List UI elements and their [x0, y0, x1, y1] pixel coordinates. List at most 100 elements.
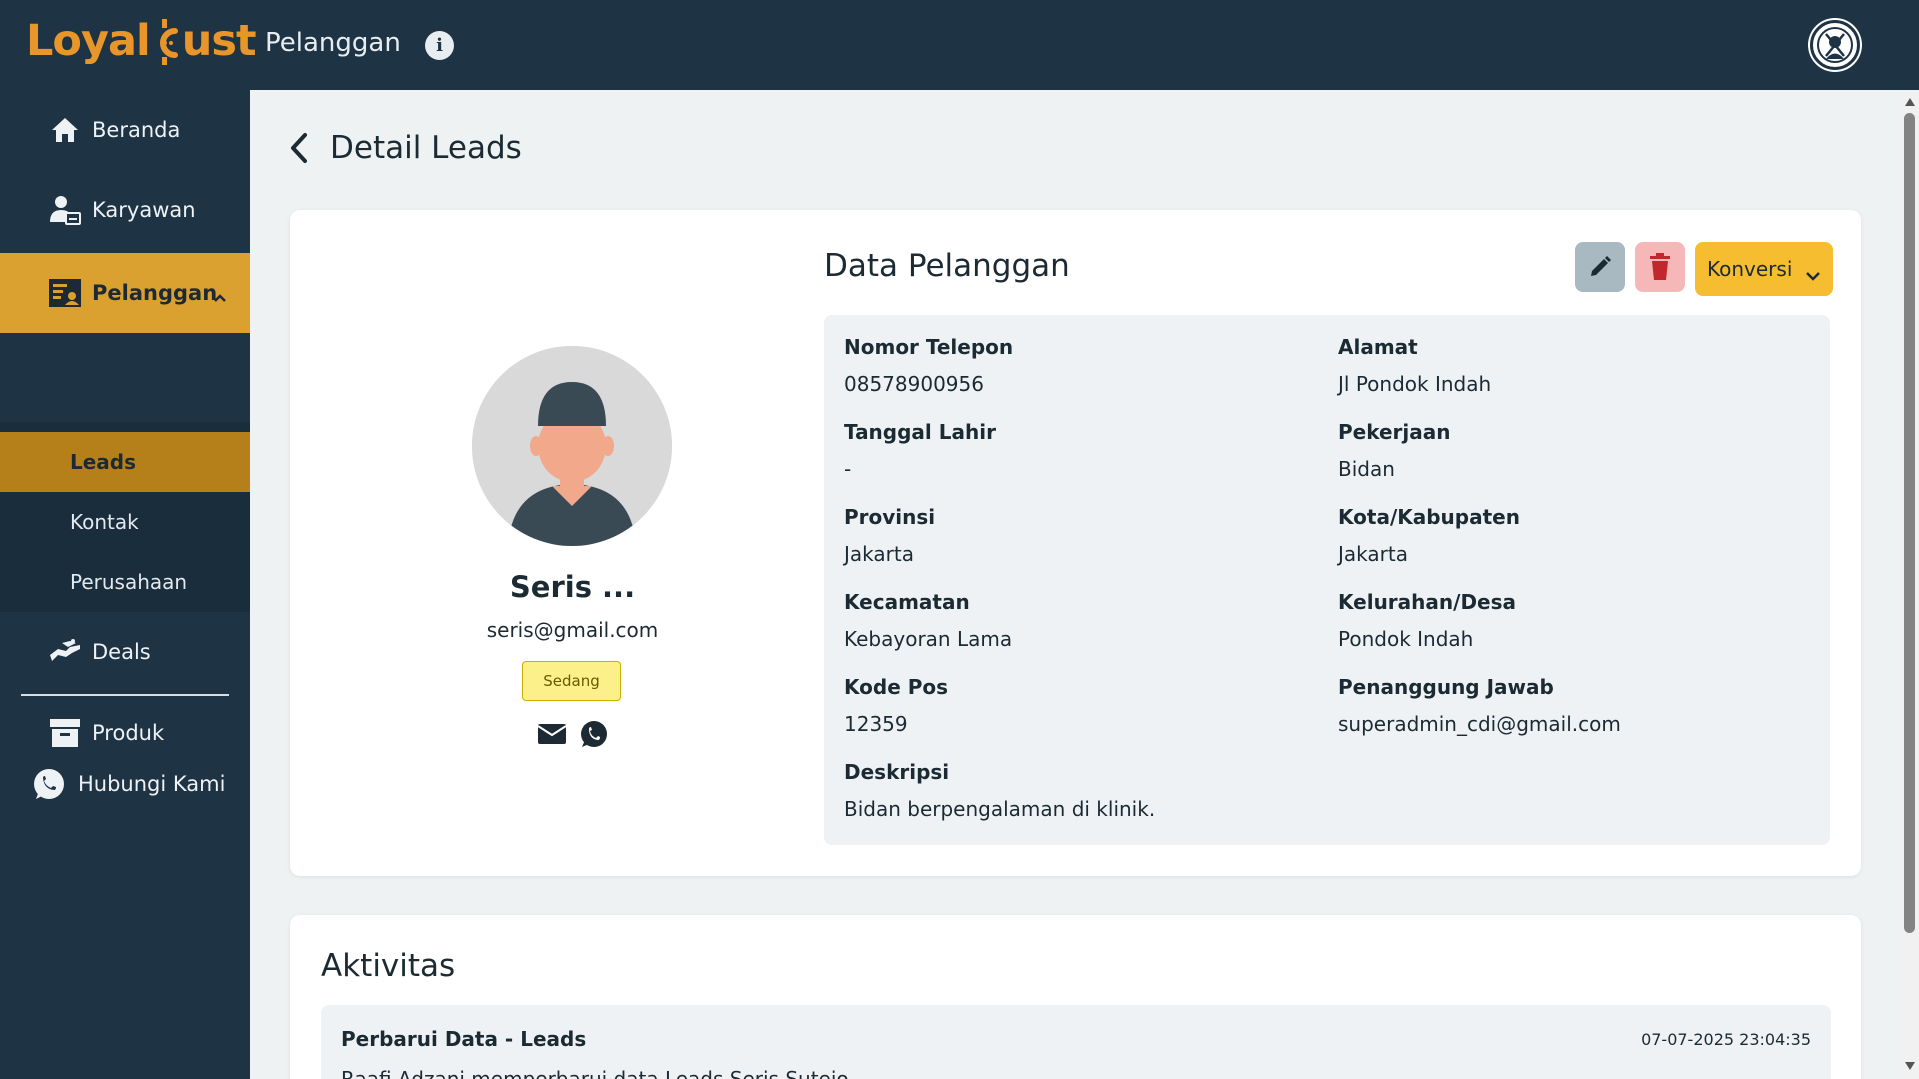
field-label: Kota/Kabupaten	[1338, 505, 1520, 529]
field-village: Kelurahan/Desa Pondok Indah	[1338, 590, 1818, 651]
sidebar-divider	[21, 694, 229, 696]
field-label: Alamat	[1338, 335, 1418, 359]
priority-badge: Sedang	[522, 661, 621, 701]
scroll-thumb[interactable]	[1904, 113, 1915, 933]
mail-icon[interactable]	[536, 719, 568, 749]
sidebar-item-label: Deals	[92, 640, 151, 664]
activity-item-date: 07-07-2025 23:04:35	[1641, 1030, 1811, 1049]
field-value: 08578900956	[844, 372, 984, 396]
field-value: Pondok Indah	[1338, 627, 1474, 651]
sidebar-item-beranda[interactable]: Beranda	[0, 90, 250, 170]
field-value: superadmin_cdi@gmail.com	[1338, 712, 1621, 736]
sidebar-item-hubungi-kami[interactable]: Hubungi Kami	[0, 744, 250, 824]
field-value: Kebayoran Lama	[844, 627, 1013, 651]
edit-button[interactable]	[1575, 242, 1625, 292]
convert-dropdown-button[interactable]: Konversi	[1695, 242, 1833, 296]
field-phone: Nomor Telepon 08578900956	[844, 335, 1324, 396]
activity-title: Aktivitas	[321, 948, 456, 984]
customer-data-panel: Nomor Telepon 08578900956 Alamat Jl Pond…	[824, 315, 1830, 845]
field-birth-date: Tanggal Lahir -	[844, 420, 1324, 481]
top-bar: Loyal ust Pelanggan i	[0, 0, 1919, 90]
activity-item: Perbarui Data - Leads 07-07-2025 23:04:3…	[321, 1005, 1831, 1079]
field-value: Jl Pondok Indah	[1338, 372, 1492, 396]
section-title: Data Pelanggan	[824, 248, 1070, 284]
scroll-down-arrow-icon[interactable]	[1905, 1062, 1915, 1070]
customer-email: seris@gmail.com	[486, 618, 659, 642]
chevron-up-icon	[213, 284, 227, 308]
customer-data-section: Data Pelanggan Konversi Nomor Telepon 08…	[824, 210, 1834, 876]
sidebar-item-label: Produk	[92, 721, 165, 745]
customer-detail-card: Seris ... seris@gmail.com Sedang Data Pe…	[290, 210, 1861, 876]
field-label: Kode Pos	[844, 675, 949, 699]
pencil-icon	[1591, 256, 1611, 276]
sidebar-item-label: Pelanggan	[92, 281, 218, 305]
page-scrollbar[interactable]	[1900, 90, 1919, 1079]
activity-card: Aktivitas Perbarui Data - Leads 07-07-20…	[290, 915, 1861, 1079]
logo-text-left: Loyal	[26, 16, 151, 66]
activity-item-text: Raafi Adzani memperbarui data Leads Seri…	[341, 1067, 849, 1079]
user-avatar[interactable]	[1810, 20, 1860, 70]
main-content: Detail Leads Seris ... seris@gmail.com S…	[250, 90, 1900, 1079]
user-avatar-icon	[1817, 27, 1853, 63]
employee-icon	[48, 193, 82, 227]
sidebar-subitem-label: Perusahaan	[70, 570, 188, 594]
field-value: Bidan	[1338, 457, 1395, 481]
chevron-left-icon[interactable]	[288, 131, 314, 165]
field-description: Deskripsi Bidan berpengalaman di klinik.	[844, 760, 1744, 821]
logo-text-right: ust	[181, 16, 257, 66]
sidebar-item-label: Beranda	[92, 118, 181, 142]
whatsapp-icon	[32, 767, 66, 801]
field-value: Bidan berpengalaman di klinik.	[844, 797, 1156, 821]
field-value: Jakarta	[844, 542, 914, 566]
sidebar-subitem-leads[interactable]: Leads	[0, 432, 250, 492]
field-district: Kecamatan Kebayoran Lama	[844, 590, 1324, 651]
scroll-up-arrow-icon[interactable]	[1905, 98, 1915, 106]
sidebar-item-pelanggan[interactable]: Pelanggan	[0, 253, 250, 333]
field-city: Kota/Kabupaten Jakarta	[1338, 505, 1818, 566]
field-label: Kecamatan	[844, 590, 970, 614]
sidebar-subitem-label: Kontak	[70, 510, 139, 534]
deals-icon	[48, 635, 82, 669]
page-title: Detail Leads	[330, 130, 522, 166]
customer-name: Seris ...	[509, 570, 636, 604]
sidebar-subitem-kontak[interactable]: Kontak	[0, 492, 250, 552]
sidebar-item-karyawan[interactable]: Karyawan	[0, 170, 250, 250]
sidebar: Beranda Karyawan Pelanggan Leads Kontak …	[0, 90, 250, 1079]
field-job: Pekerjaan Bidan	[1338, 420, 1818, 481]
trash-icon	[1650, 253, 1670, 280]
field-label: Deskripsi	[844, 760, 950, 784]
home-icon	[48, 113, 82, 147]
field-label: Nomor Telepon	[844, 335, 1014, 359]
activity-item-title: Perbarui Data - Leads	[341, 1027, 587, 1051]
field-label: Kelurahan/Desa	[1338, 590, 1517, 614]
avatar	[472, 346, 672, 546]
field-value: -	[844, 457, 852, 481]
page-header: Detail Leads	[288, 130, 522, 166]
pelanggan-submenu: Leads Kontak Perusahaan	[0, 422, 250, 612]
field-label: Provinsi	[844, 505, 936, 529]
logo-c-mark	[151, 17, 181, 65]
field-value: Jakarta	[1338, 542, 1408, 566]
convert-label: Konversi	[1707, 257, 1793, 281]
field-label: Penanggung Jawab	[1338, 675, 1554, 699]
field-address: Alamat Jl Pondok Indah	[1338, 335, 1818, 396]
field-label: Pekerjaan	[1338, 420, 1451, 444]
field-person-in-charge: Penanggung Jawab superadmin_cdi@gmail.co…	[1338, 675, 1818, 736]
person-placeholder-icon	[472, 346, 672, 546]
delete-button[interactable]	[1635, 242, 1685, 292]
info-icon[interactable]: i	[425, 31, 454, 60]
sidebar-subitem-label: Leads	[70, 450, 137, 474]
profile-summary: Seris ... seris@gmail.com Sedang	[290, 210, 855, 876]
header-title: Pelanggan	[265, 28, 401, 58]
field-label: Tanggal Lahir	[844, 420, 996, 444]
field-province: Provinsi Jakarta	[844, 505, 1324, 566]
sidebar-subitem-perusahaan[interactable]: Perusahaan	[0, 552, 250, 612]
field-value: 12359	[844, 712, 908, 736]
whatsapp-icon[interactable]	[578, 719, 610, 749]
customer-icon	[48, 276, 82, 310]
logo[interactable]: Loyal ust	[26, 16, 256, 66]
field-postal-code: Kode Pos 12359	[844, 675, 1324, 736]
sidebar-item-label: Hubungi Kami	[78, 772, 226, 796]
sidebar-item-deals[interactable]: Deals	[0, 612, 250, 692]
sidebar-item-label: Karyawan	[92, 198, 196, 222]
